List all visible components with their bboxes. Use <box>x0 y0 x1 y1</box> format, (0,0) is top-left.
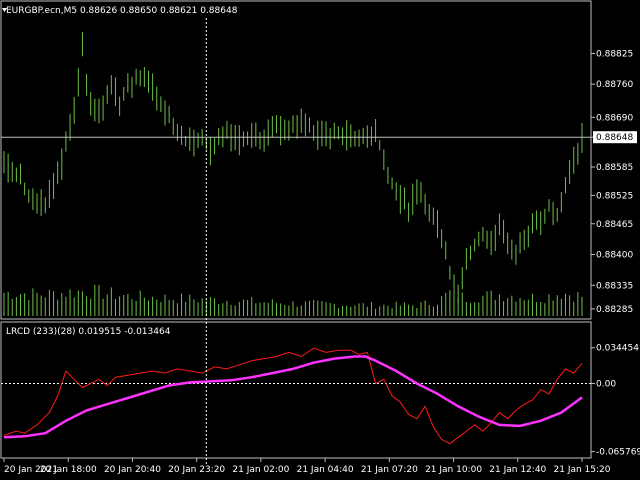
x-tick-label: 20 Jan 23:20 <box>168 465 225 475</box>
y-tick-label: 0.88585 <box>596 163 633 173</box>
x-tick-label: 21 Jan 04:40 <box>297 465 354 475</box>
y-tick-label: 0.88400 <box>596 251 633 261</box>
current-price-label: 0.88648 <box>596 133 633 143</box>
indicator-panel-title: LRCD (233)(28) 0.019515 -0.013464 <box>6 327 171 337</box>
x-tick-label: 20 Jan 18:00 <box>40 465 97 475</box>
y-tick-label: 0.88525 <box>596 191 633 201</box>
chart-canvas: 0.88825 0.88760 0.88690 0.88648 0.88585 0.885… <box>0 0 640 480</box>
x-tick-label: 21 Jan 10:00 <box>425 465 482 475</box>
x-tick-label: 21 Jan 15:20 <box>554 465 611 475</box>
y-tick-label: -0.065769 <box>596 448 640 458</box>
y-tick-label: 0.88825 <box>596 49 633 59</box>
y-tick-label: 0.88690 <box>596 113 633 123</box>
x-tick-label: 21 Jan 07:20 <box>361 465 418 475</box>
y-tick-label: 0.034454 <box>596 344 639 354</box>
x-tick-label: 21 Jan 02:00 <box>232 465 289 475</box>
y-tick-label: 0.88335 <box>596 281 633 291</box>
y-tick-label: 0.88285 <box>596 305 633 315</box>
x-tick-label: 21 Jan 12:40 <box>489 465 546 475</box>
y-tick-label: 0.00 <box>596 379 616 389</box>
main-panel-title: EURGBP.ecn,M5 0.88626 0.88650 0.88621 0.… <box>6 6 238 16</box>
y-tick-label: 0.88465 <box>596 220 633 230</box>
y-tick-label: 0.88760 <box>596 80 633 90</box>
x-tick-label: 20 Jan 20:40 <box>104 465 161 475</box>
